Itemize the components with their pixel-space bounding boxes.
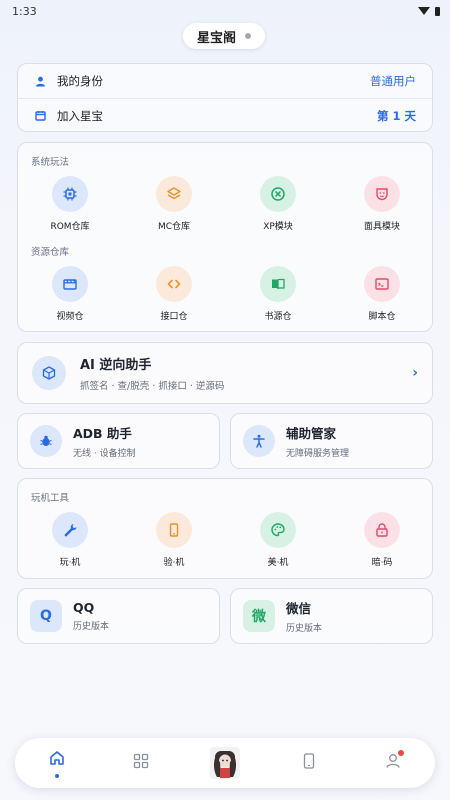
join-days-row[interactable]: 加入星宝 第 1 天 (18, 98, 432, 132)
app-title: 星宝阁 (196, 30, 236, 46)
ai-assistant-subtitle: 抓签名 · 查/脱壳 · 抓接口 · 逆源码 (80, 381, 225, 392)
layers-icon (156, 176, 192, 212)
nav-apps[interactable] (99, 738, 183, 788)
status-bar: 1:33 (0, 0, 450, 22)
grid-item-check[interactable]: 验·机 (122, 512, 226, 568)
tools-card: 玩机工具 玩·机 验·机 美·机 暗·码 (17, 478, 433, 579)
wrench-icon (52, 512, 88, 548)
status-dot-icon (245, 33, 251, 39)
adb-helper-title: ADB 助手 (73, 426, 132, 441)
grid-label: 视频仓 (56, 312, 84, 322)
accessibility-icon (243, 425, 275, 457)
wechat-subtitle: 历史版本 (286, 624, 323, 634)
adb-helper-subtitle: 无线 · 设备控制 (73, 449, 136, 459)
person-icon (34, 75, 47, 88)
grid-label: 玩·机 (59, 558, 81, 568)
nav-profile[interactable] (351, 738, 435, 788)
grid-label: XP模块 (263, 222, 293, 232)
robot-box-icon (32, 356, 66, 390)
identity-row[interactable]: 我的身份 普通用户 (18, 64, 432, 98)
ai-assistant-title: AI 逆向助手 (80, 358, 152, 373)
wechat-title: 微信 (286, 601, 312, 616)
nav-home[interactable] (15, 738, 99, 788)
mask-icon (364, 176, 400, 212)
adb-helper-card[interactable]: ADB 助手 无线 · 设备控制 (17, 413, 220, 469)
grid-label: 面具模块 (363, 222, 400, 232)
identity-card: 我的身份 普通用户 加入星宝 第 1 天 (17, 63, 433, 132)
code-icon (156, 266, 192, 302)
grid-label: ROM仓库 (50, 222, 90, 232)
phone-icon (156, 512, 192, 548)
grid-label: 接口仓 (160, 312, 188, 322)
palette-icon (260, 512, 296, 548)
identity-value: 普通用户 (370, 74, 416, 88)
nav-active-dot (55, 773, 59, 778)
grid-item-api[interactable]: 接口仓 (122, 266, 226, 322)
identity-label: 我的身份 (57, 74, 103, 88)
calendar-icon (34, 109, 47, 122)
grid-label: 验·机 (163, 558, 185, 568)
ai-assistant-card[interactable]: AI 逆向助手 抓签名 · 查/脱壳 · 抓接口 · 逆源码 › (17, 342, 433, 404)
grid-item-script[interactable]: 脚本仓 (330, 266, 434, 322)
grid-icon (132, 752, 150, 774)
grid-label: MC仓库 (157, 222, 191, 232)
wifi-icon (418, 7, 430, 15)
grid-label: 美·机 (267, 558, 289, 568)
avatar (210, 747, 240, 779)
section-title-system: 系统玩法 (31, 157, 70, 168)
lock-icon (364, 512, 400, 548)
qq-icon: Q (30, 600, 62, 632)
grid-label: 暗·码 (371, 558, 393, 568)
bottom-nav (15, 738, 435, 788)
grid-item-book[interactable]: 书源仓 (226, 266, 330, 322)
join-days-value: 第 1 天 (376, 108, 416, 123)
qq-history-card[interactable]: Q QQ 历史版本 (17, 588, 220, 644)
resource-grid: 视频仓 接口仓 书源仓 脚本仓 (18, 266, 434, 322)
accessibility-card[interactable]: 辅助管家 无障碍服务管理 (230, 413, 433, 469)
grid-item-mc[interactable]: MC仓库 (122, 176, 226, 232)
chevron-right-icon: › (412, 365, 418, 381)
app-title-pill[interactable]: 星宝阁 (183, 23, 265, 49)
section-title-resources: 资源仓库 (31, 247, 70, 258)
section-title-tools: 玩机工具 (31, 493, 70, 504)
clapperboard-icon (52, 266, 88, 302)
terminal-icon (364, 266, 400, 302)
wechat-icon: 微 (243, 600, 275, 632)
device-icon (300, 752, 318, 774)
x-circle-icon (260, 176, 296, 212)
bug-icon (30, 425, 62, 457)
accessibility-title: 辅助管家 (286, 426, 337, 441)
nav-avatar[interactable] (183, 738, 267, 788)
systems-card: 系统玩法 ROM仓库 MC仓库 XP模块 面具模块 资源仓库 视频仓 接口仓 书… (17, 142, 433, 332)
book-icon (260, 266, 296, 302)
status-time: 1:33 (12, 4, 37, 18)
accessibility-subtitle: 无障碍服务管理 (286, 449, 350, 459)
grid-label: 脚本仓 (368, 312, 396, 322)
system-grid: ROM仓库 MC仓库 XP模块 面具模块 (18, 176, 434, 232)
chip-icon (52, 176, 88, 212)
nav-device[interactable] (267, 738, 351, 788)
qq-title: QQ (73, 600, 95, 615)
grid-item-mask[interactable]: 面具模块 (330, 176, 434, 232)
grid-item-xp[interactable]: XP模块 (226, 176, 330, 232)
grid-item-video[interactable]: 视频仓 (18, 266, 122, 322)
grid-item-rom[interactable]: ROM仓库 (18, 176, 122, 232)
grid-label: 书源仓 (264, 312, 292, 322)
join-days-label: 加入星宝 (57, 108, 103, 123)
grid-item-beautify[interactable]: 美·机 (226, 512, 330, 568)
grid-item-play[interactable]: 玩·机 (18, 512, 122, 568)
qq-subtitle: 历史版本 (73, 622, 110, 632)
notification-badge (398, 750, 404, 756)
grid-item-code[interactable]: 暗·码 (330, 512, 434, 568)
wechat-history-card[interactable]: 微 微信 历史版本 (230, 588, 433, 644)
tools-grid: 玩·机 验·机 美·机 暗·码 (18, 512, 434, 568)
battery-icon (435, 6, 440, 16)
home-icon (48, 749, 66, 771)
